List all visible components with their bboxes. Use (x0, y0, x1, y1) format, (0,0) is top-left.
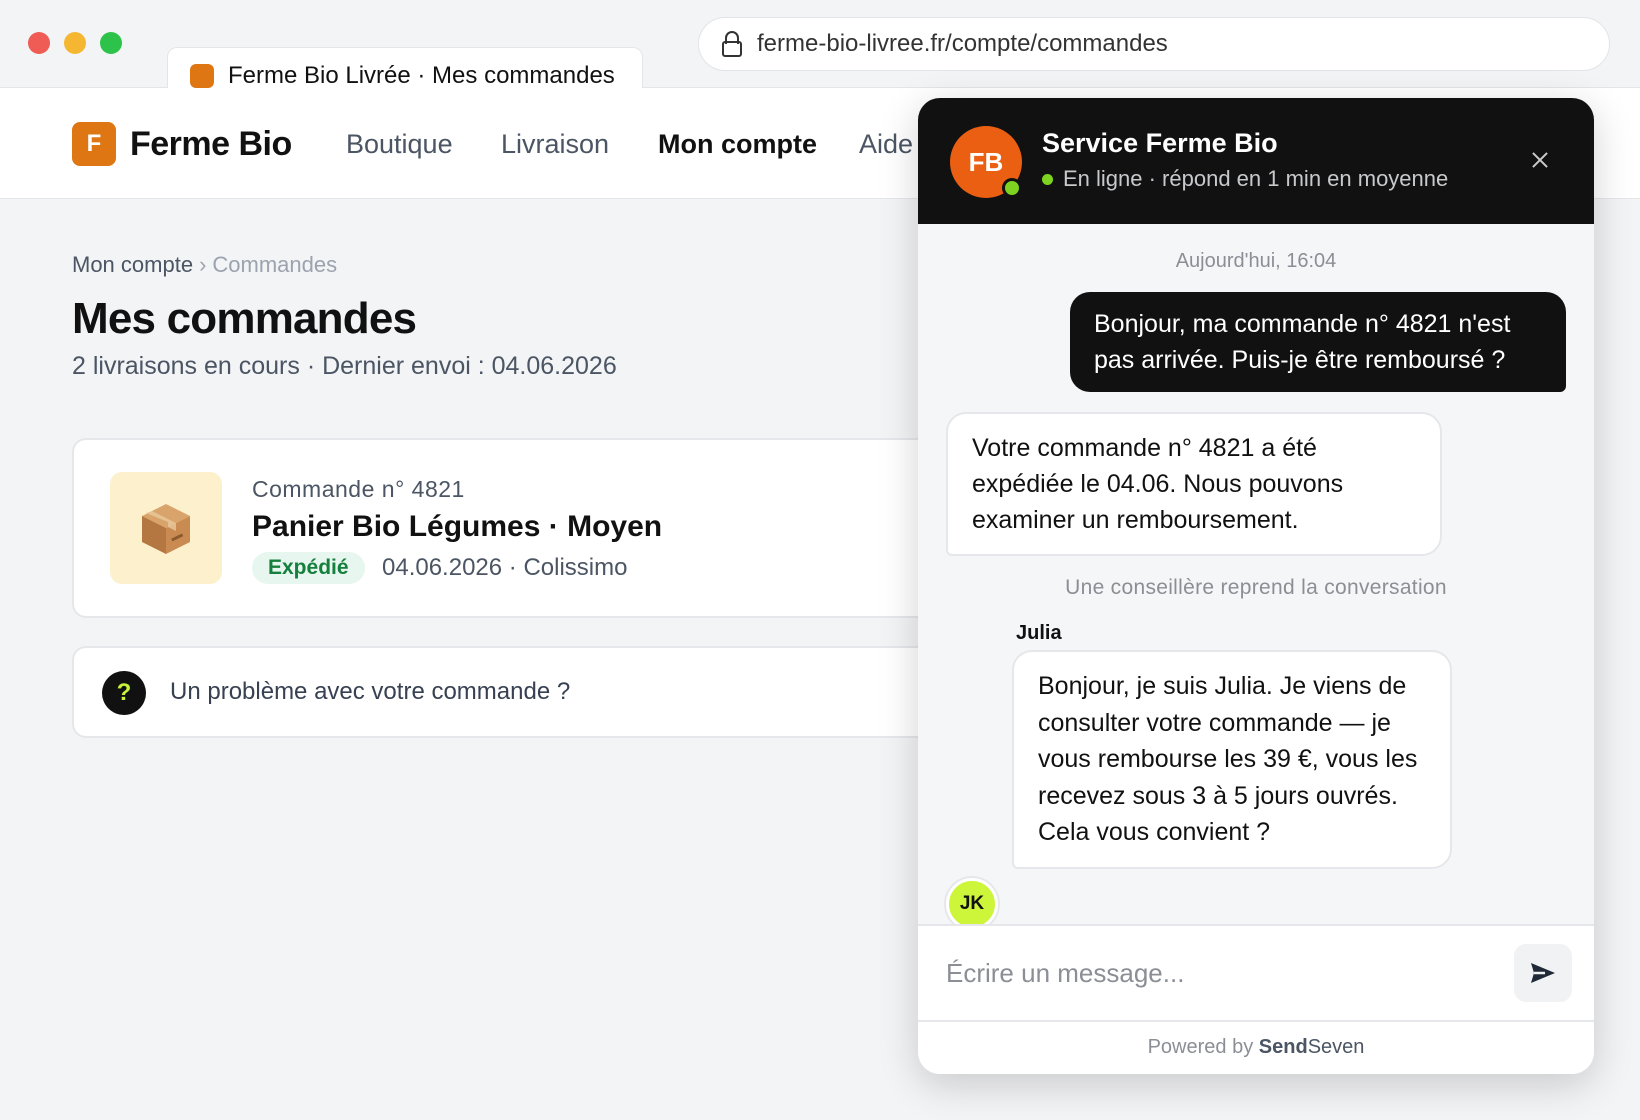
url-text[interactable]: ferme-bio-livree.fr/compte/commandes (757, 30, 1168, 58)
tab-title: Ferme Bio Livrée · Mes commandes (228, 61, 615, 89)
chat-messages[interactable]: Aujourd'hui, 16:04 Bonjour, ma commande … (918, 224, 1594, 930)
maximize-window-button[interactable] (100, 32, 122, 54)
status-badge: Expédié (252, 552, 365, 584)
chat-title: Service Ferme Bio (1042, 128, 1278, 158)
chat-widget: FB Service Ferme Bio En ligne · répond e… (918, 98, 1594, 1074)
bot-message: Votre commande n° 4821 a été expédiée le… (946, 412, 1442, 556)
status-dot-icon (1042, 173, 1053, 185)
powered-by-text: Powered by (1147, 1036, 1254, 1058)
handoff-notice: Une conseillère reprend la conversation (1065, 576, 1447, 599)
powered-by-footer: Powered by SendSeven (918, 1020, 1594, 1074)
logo-text[interactable]: Ferme Bio (130, 122, 292, 166)
breadcrumb-mon-compte[interactable]: Mon compte (72, 252, 193, 277)
order-card[interactable]: Commande n° 4821 Panier Bio Légumes · Mo… (72, 438, 972, 618)
address-bar[interactable]: ferme-bio-livree.fr/compte/commandes (698, 17, 1610, 71)
message-input[interactable] (946, 952, 1486, 994)
close-chat-button[interactable] (1526, 146, 1554, 174)
package-icon (110, 472, 222, 584)
breadcrumb: Mon compte › Commandes (72, 252, 337, 278)
page-title: Mes commandes (72, 294, 417, 343)
breadcrumb-separator: › (199, 252, 207, 277)
help-card[interactable]: ? Un problème avec votre commande ? (72, 646, 972, 738)
order-number: Commande n° 4821 (252, 476, 465, 502)
user-message: Bonjour, ma commande n° 4821 n'est pas a… (1070, 292, 1566, 392)
nav-aide[interactable]: Aide (859, 126, 913, 162)
question-icon: ? (102, 671, 146, 715)
browser-chrome: Ferme Bio Livrée · Mes commandes ferme-b… (0, 0, 1640, 103)
agent-avatar: JK (946, 878, 998, 930)
chat-status: En ligne · répond en 1 min en moyenne (1042, 166, 1448, 192)
page-subtitle: 2 livraisons en cours · Dernier envoi : … (72, 352, 617, 380)
help-text: Un problème avec votre commande ? (170, 678, 571, 705)
nav-livraison[interactable]: Livraison (501, 126, 609, 162)
online-indicator-icon (1002, 178, 1022, 198)
brand-name-rest: Seven (1307, 1036, 1365, 1058)
nav-mon-compte[interactable]: Mon compte (658, 126, 817, 162)
message-timestamp: Aujourd'hui, 16:04 (1175, 250, 1337, 272)
breadcrumb-commandes: Commandes (212, 252, 338, 277)
chat-header: FB Service Ferme Bio En ligne · répond e… (918, 98, 1594, 224)
send-button[interactable] (1514, 944, 1572, 1002)
favicon-icon (190, 63, 214, 88)
nav-boutique[interactable]: Boutique (346, 126, 453, 162)
order-name[interactable]: Panier Bio Légumes · Moyen (252, 510, 662, 544)
minimize-window-button[interactable] (64, 32, 86, 54)
send-icon (1531, 963, 1555, 983)
logo-icon[interactable]: F (72, 122, 116, 166)
brand-name-bold: Send (1258, 1036, 1308, 1058)
message-composer (918, 924, 1594, 1020)
order-meta: 04.06.2026 · Colissimo (382, 554, 628, 581)
close-window-button[interactable] (28, 32, 50, 54)
agent-name: Julia (1016, 622, 1062, 644)
agent-message: Bonjour, je suis Julia. Je viens de cons… (1012, 650, 1452, 869)
lock-icon (721, 31, 743, 57)
chat-status-text: En ligne · répond en 1 min en moyenne (1063, 166, 1449, 191)
